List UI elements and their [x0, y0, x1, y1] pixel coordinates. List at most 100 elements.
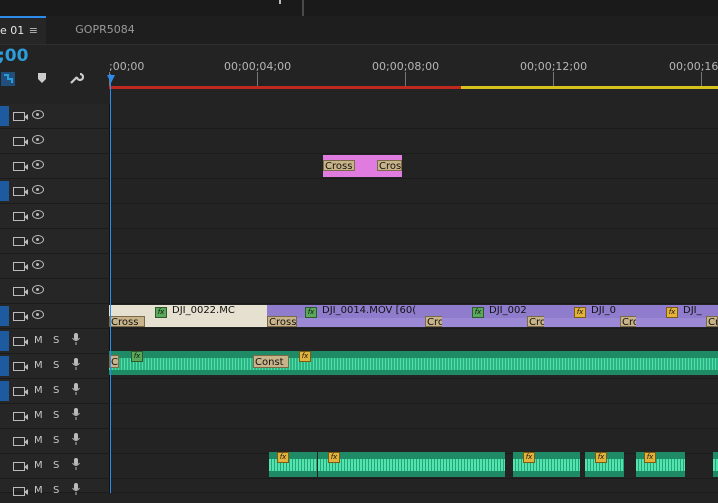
tab-gopr5084[interactable]: GOPR5084: [60, 16, 150, 44]
track-lane[interactable]: Cross Cros: [109, 154, 718, 178]
film-icon[interactable]: [13, 387, 28, 396]
track-target[interactable]: [0, 181, 9, 201]
wrench-icon[interactable]: [68, 70, 85, 90]
film-icon[interactable]: [13, 337, 28, 346]
add-marker-icon[interactable]: [37, 72, 47, 87]
mic-icon[interactable]: [72, 408, 80, 425]
track-lane[interactable]: fx DJI_0022.MC Cross fx DJI_0014.MOV [60…: [109, 304, 718, 328]
video-clip[interactable]: fx DJI_0014.MOV [60( Cross Dis Cross: [267, 305, 442, 327]
cross-dissolve-transition[interactable]: Cross: [620, 316, 636, 327]
eye-icon[interactable]: [32, 310, 44, 319]
track-target[interactable]: [0, 106, 9, 126]
solo-button[interactable]: S: [53, 333, 59, 349]
cross-dissolve-transition[interactable]: Cross: [706, 316, 718, 327]
track-lane[interactable]: [109, 204, 718, 228]
cross-dissolve-transition[interactable]: Cross: [109, 316, 145, 327]
solo-button[interactable]: S: [53, 408, 59, 424]
video-clip[interactable]: fx DJI_002 Cross: [442, 305, 544, 327]
audio-clip[interactable]: fx: [269, 452, 317, 477]
time-ruler[interactable]: ;00;00 00;00;04;00 00;00;08;00 00;00;12;…: [109, 56, 718, 90]
track-target[interactable]: [0, 306, 9, 326]
video-clip[interactable]: fx DJI_0022.MC Cross: [109, 305, 267, 327]
film-icon[interactable]: [13, 187, 28, 196]
track-lane[interactable]: [109, 429, 718, 453]
mute-button[interactable]: M: [34, 383, 43, 399]
track-lane[interactable]: [109, 229, 718, 253]
eye-icon[interactable]: [32, 160, 44, 169]
mic-icon[interactable]: [72, 358, 80, 375]
work-area-bar-rendered[interactable]: [109, 86, 461, 89]
cross-dissolve-transition[interactable]: Cross: [323, 160, 355, 171]
cross-dissolve-transition[interactable]: Cross: [527, 316, 544, 327]
audio-clip[interactable]: fx: [636, 452, 685, 477]
film-icon[interactable]: [13, 137, 28, 146]
track-target[interactable]: [0, 381, 9, 401]
film-icon[interactable]: [13, 237, 28, 246]
film-icon[interactable]: [13, 212, 28, 221]
playhead-timecode[interactable]: ;00: [0, 46, 28, 66]
solo-button[interactable]: S: [53, 358, 59, 374]
eye-icon[interactable]: [32, 260, 44, 269]
film-icon[interactable]: [13, 462, 28, 471]
snap-icon[interactable]: [1, 72, 15, 86]
work-area-bar-unrendered[interactable]: [461, 86, 718, 89]
constant-power-transition[interactable]: Const: [253, 355, 289, 368]
panel-divider[interactable]: [302, 0, 304, 16]
audio-clip[interactable]: fx fx C Const: [109, 351, 718, 375]
playhead-line[interactable]: [110, 74, 111, 493]
film-icon[interactable]: [13, 262, 28, 271]
mute-button[interactable]: M: [34, 433, 43, 449]
solo-button[interactable]: S: [53, 483, 59, 499]
mute-button[interactable]: M: [34, 408, 43, 424]
film-icon[interactable]: [13, 287, 28, 296]
mic-icon[interactable]: [72, 383, 80, 400]
eye-icon[interactable]: [32, 285, 44, 294]
audio-clip[interactable]: [713, 452, 718, 477]
mic-icon[interactable]: [72, 433, 80, 450]
video-clip[interactable]: fx DJI_ Cross: [636, 305, 718, 327]
mute-button[interactable]: M: [34, 458, 43, 474]
track-lane[interactable]: [109, 254, 718, 278]
audio-clip[interactable]: fx: [585, 452, 624, 477]
track-target[interactable]: [0, 331, 9, 351]
tab-sequence-01[interactable]: e 01 ≡: [0, 16, 46, 44]
track-lane[interactable]: [109, 129, 718, 153]
solo-button[interactable]: S: [53, 458, 59, 474]
film-icon[interactable]: [13, 112, 28, 121]
track-lane[interactable]: fx fx fx fx fx: [109, 452, 718, 478]
audio-clip[interactable]: fx: [513, 452, 580, 477]
eye-icon[interactable]: [32, 135, 44, 144]
track-lane[interactable]: [109, 379, 718, 403]
eye-icon[interactable]: [32, 210, 44, 219]
pink-clip[interactable]: Cross Cros: [323, 155, 402, 177]
track-lane[interactable]: [109, 279, 718, 303]
mute-button[interactable]: M: [34, 333, 43, 349]
audio-clip[interactable]: fx: [318, 452, 505, 477]
solo-button[interactable]: S: [53, 383, 59, 399]
eye-icon[interactable]: [32, 235, 44, 244]
track-lane[interactable]: [109, 404, 718, 428]
track-lane[interactable]: [109, 179, 718, 203]
mute-button[interactable]: M: [34, 483, 43, 499]
mic-icon[interactable]: [72, 333, 80, 350]
solo-button[interactable]: S: [53, 433, 59, 449]
tab-menu-icon[interactable]: ≡: [29, 18, 38, 44]
track-lane[interactable]: [109, 329, 718, 353]
film-icon[interactable]: [13, 162, 28, 171]
film-icon[interactable]: [13, 312, 28, 321]
eye-icon[interactable]: [32, 110, 44, 119]
film-icon[interactable]: [13, 437, 28, 446]
video-clip[interactable]: fx DJI_0 Cross: [544, 305, 636, 327]
film-icon[interactable]: [13, 412, 28, 421]
cross-dissolve-transition[interactable]: Cross Dis: [267, 316, 297, 327]
track-target[interactable]: [0, 356, 9, 376]
film-icon[interactable]: [13, 362, 28, 371]
track-lane[interactable]: [109, 104, 718, 128]
eye-icon[interactable]: [32, 185, 44, 194]
cross-dissolve-transition[interactable]: Cross: [425, 316, 442, 327]
mic-icon[interactable]: [72, 483, 80, 500]
mute-button[interactable]: M: [34, 358, 43, 374]
film-icon[interactable]: [13, 487, 28, 496]
cross-dissolve-transition[interactable]: Cros: [377, 160, 402, 171]
track-lane[interactable]: fx fx C Const: [109, 351, 718, 378]
